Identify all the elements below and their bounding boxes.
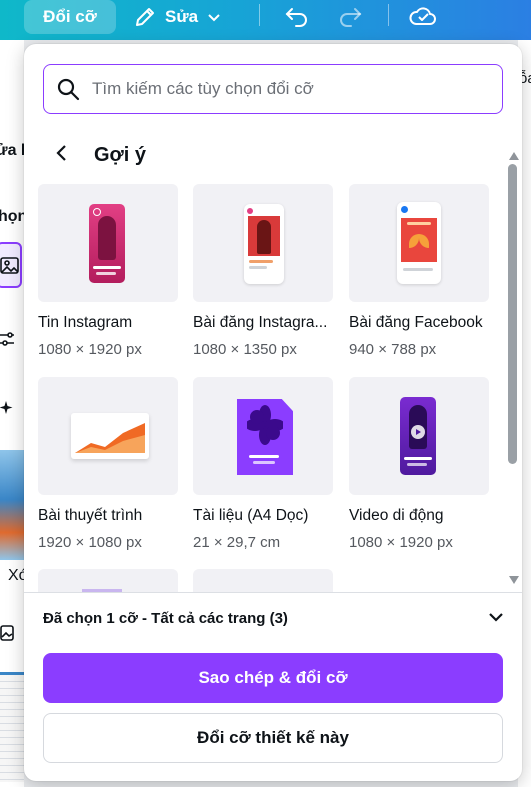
redo-button[interactable] bbox=[335, 2, 365, 30]
picture-icon[interactable] bbox=[0, 625, 14, 646]
document-thumbnail bbox=[193, 377, 333, 495]
redo-icon bbox=[337, 5, 363, 27]
size-option-thumbnail bbox=[193, 569, 333, 592]
selection-summary: Đã chọn 1 cỡ - Tất cả các trang (3) bbox=[43, 609, 288, 627]
back-button[interactable] bbox=[50, 143, 74, 167]
magic-sparkle-icon[interactable] bbox=[0, 400, 14, 423]
scrollbar-thumb[interactable] bbox=[508, 164, 517, 464]
pencil-icon bbox=[133, 5, 157, 29]
size-option-label: Bài thuyết trình bbox=[38, 507, 143, 524]
size-option-label: Video di động bbox=[349, 507, 444, 524]
resize-panel: Gợi ý Tin Instagram 1080 × 1920 px bbox=[24, 44, 522, 781]
edit-menu-label: Sửa bbox=[165, 7, 199, 26]
copy-and-resize-label: Sao chép & đổi cỡ bbox=[198, 668, 348, 687]
panel-divider bbox=[24, 592, 522, 593]
size-option-card[interactable]: Bài thuyết trình 1920 × 1080 px bbox=[38, 377, 178, 551]
instagram-story-thumbnail bbox=[38, 184, 178, 302]
size-option-thumbnail bbox=[38, 569, 178, 592]
canvas-image-thumbnail bbox=[0, 450, 24, 560]
size-option-card[interactable]: Tài liệu (A4 Dọc) 21 × 29,7 cm bbox=[193, 377, 333, 551]
scroll-up-icon[interactable] bbox=[509, 152, 519, 160]
size-options-grid: Tin Instagram 1080 × 1920 px Bài đăng In… bbox=[24, 180, 508, 592]
size-option-label: Bài đăng Facebook bbox=[349, 314, 483, 331]
selection-summary-toggle[interactable]: Đã chọn 1 cỡ - Tất cả các trang (3) bbox=[43, 604, 505, 632]
size-option-dimensions: 940 × 788 px bbox=[349, 341, 437, 358]
size-option-card[interactable]: Bài đăng Instagra... 1080 × 1350 px bbox=[193, 184, 333, 358]
editor-side-panel: ửa l họn Xó bbox=[0, 40, 28, 787]
cloud-check-icon bbox=[408, 4, 438, 28]
size-option-label: Bài đăng Instagra... bbox=[193, 314, 328, 331]
presentation-thumbnail bbox=[38, 377, 178, 495]
side-panel-text: ửa l bbox=[0, 142, 25, 159]
toolbar-divider bbox=[259, 4, 260, 26]
size-option-card[interactable]: Bài đăng Facebook 940 × 788 px bbox=[349, 184, 489, 358]
undo-icon bbox=[284, 5, 310, 27]
section-header: Gợi ý bbox=[50, 142, 146, 168]
size-option-card[interactable]: Tin Instagram 1080 × 1920 px bbox=[38, 184, 178, 358]
size-option-card[interactable] bbox=[193, 569, 333, 592]
resize-this-design-button[interactable]: Đổi cỡ thiết kế này bbox=[43, 713, 503, 763]
size-option-dimensions: 1080 × 1920 px bbox=[349, 534, 453, 551]
size-option-card[interactable] bbox=[38, 569, 178, 592]
size-option-card[interactable]: Video di động 1080 × 1920 px bbox=[349, 377, 489, 551]
page-thumbnail bbox=[0, 672, 24, 782]
resize-button-label: Đổi cỡ bbox=[43, 7, 97, 26]
scroll-down-icon[interactable] bbox=[509, 576, 519, 584]
adjust-icon[interactable] bbox=[0, 330, 16, 353]
resize-this-design-label: Đổi cỡ thiết kế này bbox=[197, 728, 349, 747]
resize-button[interactable]: Đổi cỡ bbox=[24, 0, 116, 34]
facebook-post-thumbnail bbox=[349, 184, 489, 302]
mobile-video-thumbnail bbox=[349, 377, 489, 495]
cloud-save-button[interactable] bbox=[408, 2, 438, 30]
instagram-post-thumbnail bbox=[193, 184, 333, 302]
search-input[interactable] bbox=[92, 65, 492, 112]
edit-menu-button[interactable]: Sửa bbox=[133, 0, 222, 34]
search-icon bbox=[56, 77, 80, 106]
size-option-dimensions: 1080 × 1350 px bbox=[193, 341, 297, 358]
chevron-down-icon bbox=[206, 9, 222, 25]
chevron-left-icon bbox=[55, 144, 69, 167]
size-option-label: Tin Instagram bbox=[38, 314, 133, 331]
panel-scrollbar[interactable] bbox=[506, 152, 520, 592]
size-option-dimensions: 21 × 29,7 cm bbox=[193, 534, 281, 551]
search-box[interactable] bbox=[43, 64, 503, 114]
undo-button[interactable] bbox=[282, 2, 312, 30]
image-tool-button[interactable] bbox=[0, 242, 22, 288]
toolbar-divider bbox=[388, 4, 389, 26]
copy-and-resize-button[interactable]: Sao chép & đổi cỡ bbox=[43, 653, 503, 703]
section-title: Gợi ý bbox=[94, 143, 147, 166]
size-option-label: Tài liệu (A4 Dọc) bbox=[193, 507, 309, 524]
size-option-dimensions: 1080 × 1920 px bbox=[38, 341, 142, 358]
top-toolbar: Đổi cỡ Sửa bbox=[0, 0, 531, 40]
chevron-down-icon bbox=[487, 608, 505, 631]
size-option-dimensions: 1920 × 1080 px bbox=[38, 534, 142, 551]
